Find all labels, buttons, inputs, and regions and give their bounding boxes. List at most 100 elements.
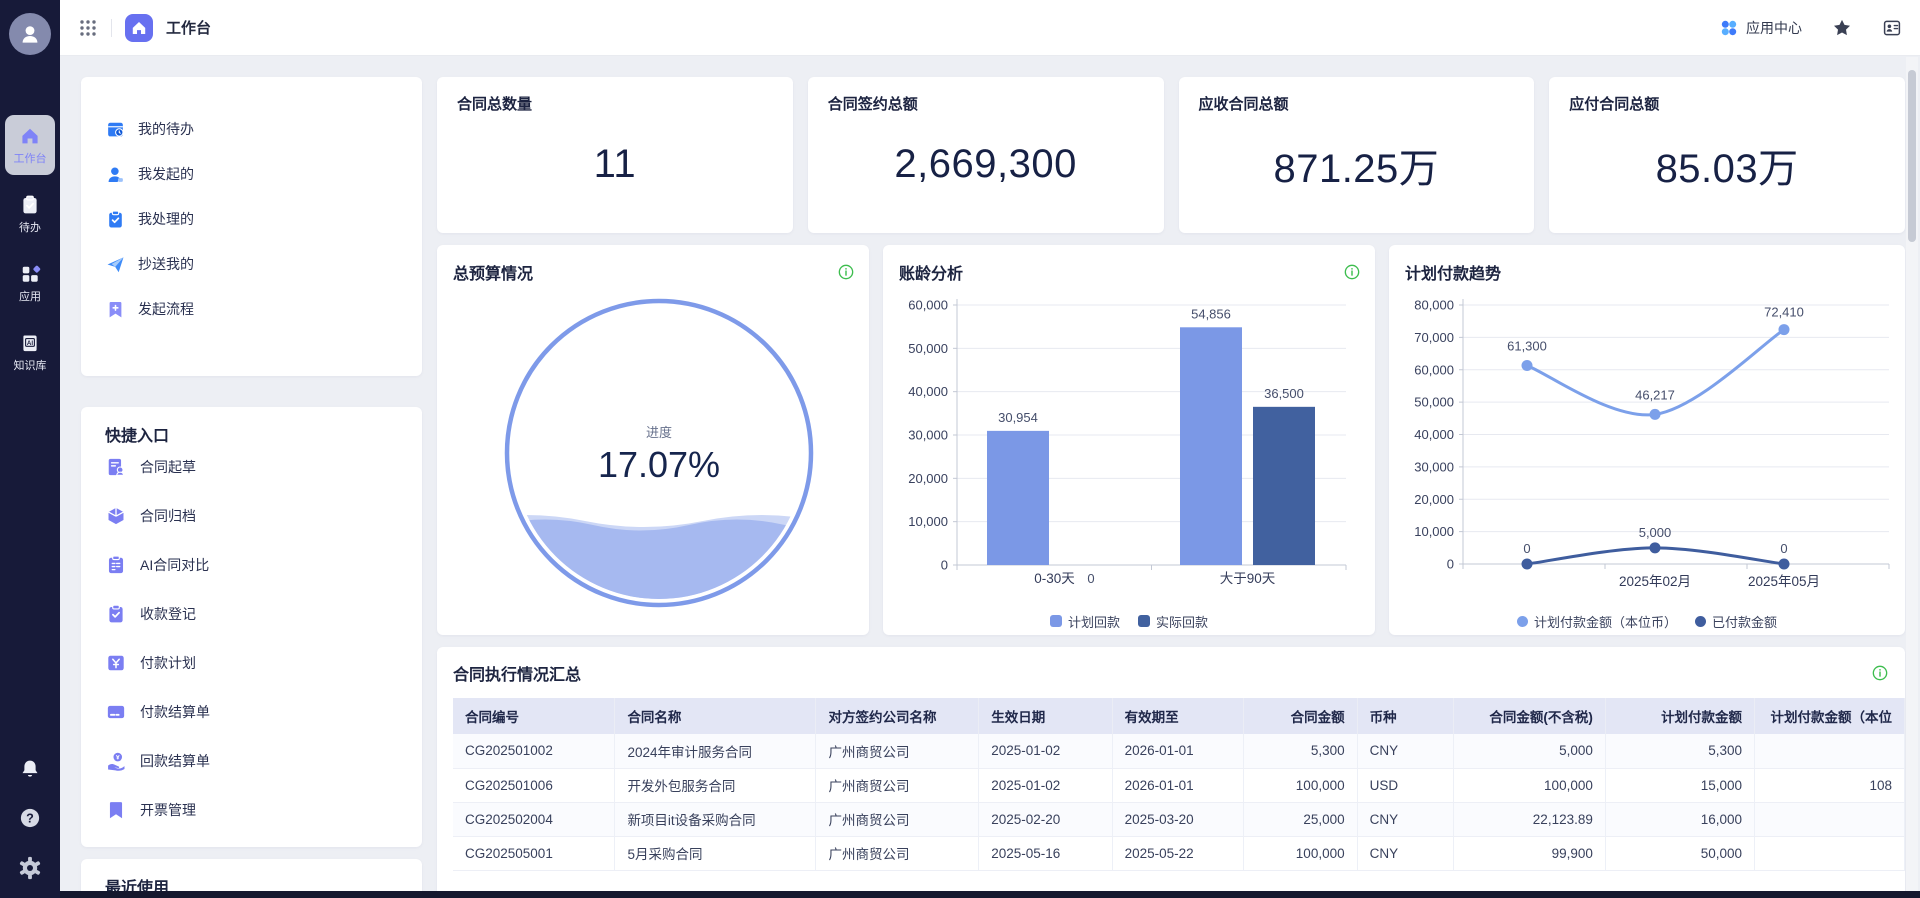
contacts-icon[interactable]	[1882, 18, 1902, 38]
table-row[interactable]: CG2025050015月采购合同广州商贸公司2025-05-162025-05…	[453, 836, 1905, 870]
menu-item-我发起的[interactable]: 我发起的	[105, 162, 398, 186]
horizontal-scrollbar[interactable]	[60, 891, 1920, 898]
cell-计划付款金额: 15,000	[1605, 768, 1754, 802]
cell-合同金额: 5,300	[1244, 734, 1358, 768]
svg-text:20,000: 20,000	[908, 471, 948, 486]
cell-有效期至: 2026-01-01	[1112, 734, 1243, 768]
column-header-合同金额[interactable]: 合同金额	[1244, 698, 1358, 734]
cell-合同名称: 新项目it设备采购合同	[615, 802, 816, 836]
table-row[interactable]: CG2025010022024年审计服务合同广州商贸公司2025-01-0220…	[453, 734, 1905, 768]
rail-item-工作台[interactable]: 工作台	[5, 115, 55, 175]
shortcut-合同归档[interactable]: 合同归档	[105, 504, 398, 528]
svg-text:40,000: 40,000	[1414, 427, 1454, 442]
cell-币种: CNY	[1357, 802, 1453, 836]
cell-生效日期: 2025-05-16	[979, 836, 1112, 870]
shortcut-合同起草[interactable]: 合同起草	[105, 455, 398, 479]
menu-item-我的待办[interactable]: 我的待办	[105, 117, 398, 141]
stat-value: 11	[457, 114, 773, 233]
shortcut-收款登记[interactable]: 收款登记	[105, 602, 398, 626]
rail-item-知识库[interactable]: AI 知识库	[5, 322, 55, 382]
svg-text:10,000: 10,000	[908, 514, 948, 529]
svg-text:0: 0	[941, 558, 948, 573]
gear-icon[interactable]	[18, 856, 42, 880]
svg-text:54,856: 54,856	[1191, 306, 1231, 321]
rail-item-待办[interactable]: 待办	[5, 184, 55, 244]
cube-icon	[105, 505, 127, 527]
shortcut-付款结算单[interactable]: 付款结算单	[105, 700, 398, 724]
column-header-合同金额(不含税)[interactable]: 合同金额(不含税)	[1453, 698, 1605, 734]
stat-label: 合同签约总额	[828, 93, 1144, 114]
shortcut-AI合同对比[interactable]: AI合同对比	[105, 553, 398, 577]
legend-item-已付款金额[interactable]: 已付款金额	[1695, 612, 1777, 631]
legend-item-计划付款金额（本位币）[interactable]: 计划付款金额（本位币）	[1517, 612, 1677, 631]
rail-bottom: ?	[0, 758, 60, 880]
cell-生效日期: 2025-01-02	[979, 768, 1112, 802]
vertical-scrollbar-thumb[interactable]	[1908, 70, 1916, 242]
workbench-app-icon[interactable]	[125, 14, 153, 42]
menu-item-label: 抄送我的	[138, 254, 194, 274]
column-header-计划付款金额（本位[interactable]: 计划付款金额（本位	[1755, 698, 1905, 734]
svg-text:46,217: 46,217	[1635, 387, 1675, 402]
menu-item-我处理的[interactable]: 我处理的	[105, 207, 398, 231]
shortcut-开票管理[interactable]: 开票管理	[105, 798, 398, 822]
cell-对方签约公司名称: 广州商贸公司	[816, 768, 979, 802]
cell-生效日期: 2025-01-02	[979, 734, 1112, 768]
stat-card-应收合同总额: 应收合同总额871.25万	[1179, 77, 1535, 233]
column-header-合同编号[interactable]: 合同编号	[453, 698, 615, 734]
credit-card-icon	[105, 701, 127, 723]
cell-合同名称: 开发外包服务合同	[615, 768, 816, 802]
column-header-对方签约公司名称[interactable]: 对方签约公司名称	[816, 698, 979, 734]
column-header-合同名称[interactable]: 合同名称	[615, 698, 816, 734]
rail-item-应用[interactable]: 应用	[5, 253, 55, 313]
menu-item-label: 我的待办	[138, 119, 194, 139]
star-icon[interactable]	[1832, 18, 1852, 38]
apps-grid-icon[interactable]	[78, 18, 98, 38]
svg-text:60,000: 60,000	[1414, 362, 1454, 377]
table-row[interactable]: CG202501006开发外包服务合同广州商贸公司2025-01-022026-…	[453, 768, 1905, 802]
svg-text:AI: AI	[27, 339, 33, 346]
shortcut-label: 回款结算单	[140, 751, 210, 771]
rail-item-label: 知识库	[14, 357, 47, 373]
table-header-row: 合同编号合同名称对方签约公司名称生效日期有效期至合同金额币种合同金额(不含税)计…	[453, 698, 1905, 734]
paper-plane-icon	[105, 254, 126, 275]
cell-合同名称: 5月采购合同	[615, 836, 816, 870]
bookmark-icon	[105, 799, 127, 821]
cell-计划付款金额（本位	[1755, 802, 1905, 836]
help-icon[interactable]: ?	[18, 806, 42, 830]
bell-icon[interactable]	[19, 758, 41, 780]
bookmark-plus-icon	[105, 299, 126, 320]
column-header-生效日期[interactable]: 生效日期	[979, 698, 1112, 734]
svg-text:36,500: 36,500	[1264, 386, 1304, 401]
bar-0-30天-计划回款[interactable]	[987, 431, 1049, 565]
info-icon[interactable]	[1343, 263, 1361, 281]
column-header-计划付款金额[interactable]: 计划付款金额	[1605, 698, 1754, 734]
svg-text:0-30天: 0-30天	[1034, 571, 1075, 586]
app-center-button[interactable]: 应用中心	[1719, 18, 1802, 38]
cell-生效日期: 2025-02-20	[979, 802, 1112, 836]
cell-合同编号: CG202501002	[453, 734, 615, 768]
dashboard-column: 合同总数量11合同签约总额2,669,300应收合同总额871.25万应付合同总…	[437, 77, 1905, 898]
legend-item-计划回款[interactable]: 计划回款	[1050, 612, 1120, 631]
menu-item-发起流程[interactable]: 发起流程	[105, 297, 398, 321]
bar-大于90天-计划回款[interactable]	[1180, 327, 1242, 565]
cell-计划付款金额: 50,000	[1605, 836, 1754, 870]
legend-item-实际回款[interactable]: 实际回款	[1138, 612, 1208, 631]
column-header-有效期至[interactable]: 有效期至	[1112, 698, 1243, 734]
shortcut-付款计划[interactable]: 付款计划	[105, 651, 398, 675]
shortcut-回款结算单[interactable]: 回款结算单	[105, 749, 398, 773]
vertical-scrollbar[interactable]	[1906, 57, 1918, 898]
stat-card-应付合同总额: 应付合同总额85.03万	[1549, 77, 1905, 233]
cell-计划付款金额: 5,300	[1605, 734, 1754, 768]
menu-item-抄送我的[interactable]: 抄送我的	[105, 252, 398, 276]
info-icon[interactable]	[1871, 664, 1889, 682]
shortcut-label: 收款登记	[140, 604, 196, 624]
bar-大于90天-实际回款[interactable]	[1253, 407, 1315, 565]
stat-value: 2,669,300	[828, 114, 1144, 233]
column-header-币种[interactable]: 币种	[1357, 698, 1453, 734]
avatar[interactable]	[9, 13, 51, 55]
bar-chart-title: 账龄分析	[899, 260, 963, 284]
svg-text:61,300: 61,300	[1507, 339, 1547, 354]
svg-text:大于90天: 大于90天	[1220, 571, 1276, 586]
info-icon[interactable]	[837, 263, 855, 281]
table-row[interactable]: CG202502004新项目it设备采购合同广州商贸公司2025-02-2020…	[453, 802, 1905, 836]
